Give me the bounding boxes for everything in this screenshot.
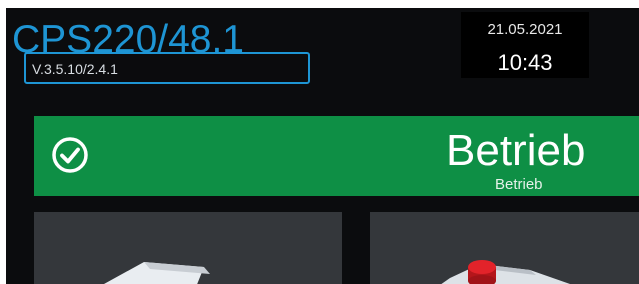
status-subtitle: Betrieb xyxy=(495,176,543,193)
status-title: Betrieb xyxy=(446,126,586,175)
clock-time: 10:43 xyxy=(497,50,553,75)
device-red-button-icon xyxy=(441,260,570,284)
battery-module-icon xyxy=(104,262,210,284)
battery-tile[interactable] xyxy=(34,212,342,284)
version-label: V.3.5.10/2.4.1 xyxy=(32,61,118,77)
device-tile[interactable] xyxy=(370,212,639,284)
clock-panel: 21.05.2021 10:43 xyxy=(461,12,589,78)
hmi-screen: CPS220/48.1 V.3.5.10/2.4.1 21.05.2021 10… xyxy=(6,8,639,284)
clock-date: 21.05.2021 xyxy=(487,21,563,38)
version-box[interactable]: V.3.5.10/2.4.1 xyxy=(24,52,310,84)
check-circle-icon xyxy=(40,131,100,179)
status-banner[interactable]: Betrieb Betrieb xyxy=(34,116,639,196)
